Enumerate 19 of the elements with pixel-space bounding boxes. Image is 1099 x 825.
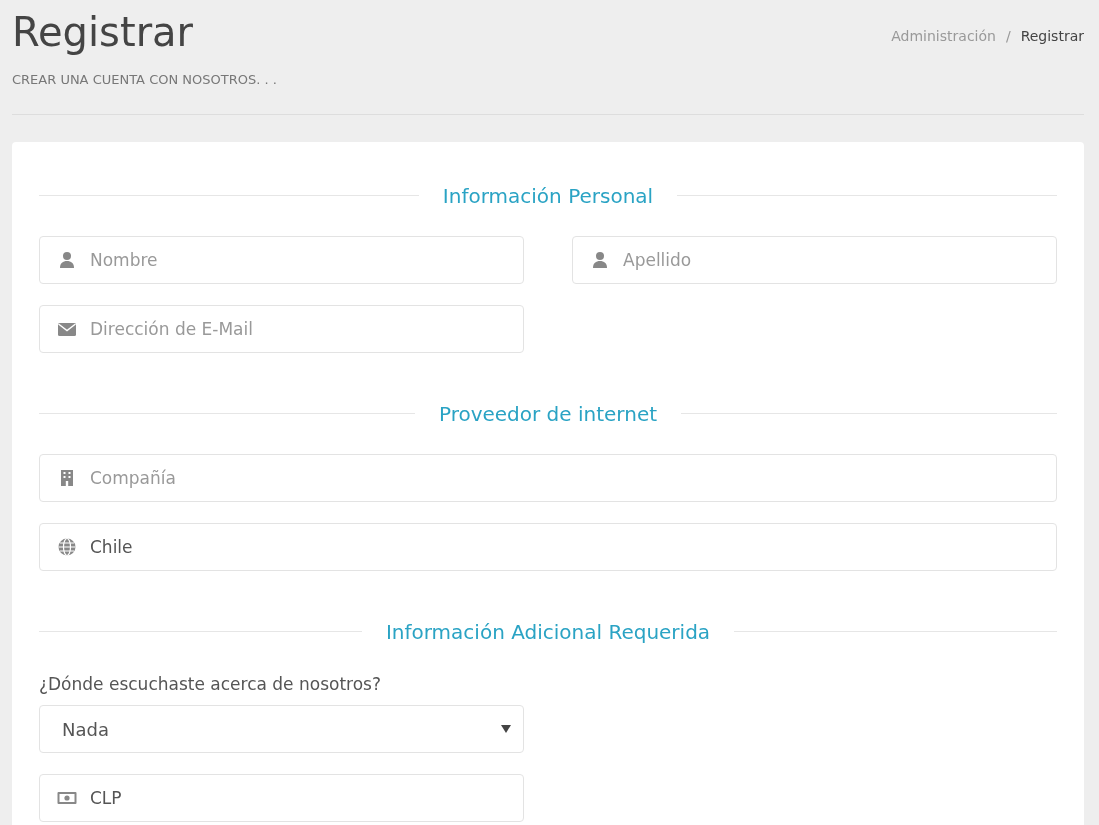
dropdown-select[interactable]: Nada bbox=[39, 705, 524, 753]
email-field[interactable]: Dirección de E-Mail bbox=[39, 304, 524, 353]
section-heading: Información Adicional Requerida bbox=[385, 619, 711, 644]
globe-icon bbox=[57, 536, 77, 557]
caret-icon bbox=[501, 724, 511, 734]
currency-field[interactable]: CLP bbox=[39, 774, 524, 822]
last-name-field[interactable]: Apellido bbox=[572, 235, 1057, 284]
question-label: ¿Dónde escuchaste acerca de nosotros? bbox=[39, 672, 382, 696]
breadcrumb-current: Registrar bbox=[1020, 28, 1084, 44]
person-icon bbox=[57, 249, 77, 270]
first-name-field[interactable]: Nombre bbox=[39, 235, 524, 284]
section-heading: Información Personal bbox=[442, 183, 654, 208]
breadcrumb-separator: / bbox=[1005, 28, 1011, 44]
person-icon bbox=[590, 249, 610, 270]
page-subtitle: CREAR UNA CUENTA CON NOSOTROS. . . bbox=[12, 71, 277, 89]
section-heading: Proveedor de internet bbox=[438, 401, 658, 426]
page-title: Registrar bbox=[12, 8, 195, 56]
company-field[interactable]: Compañía bbox=[39, 453, 1057, 502]
country-field[interactable]: Chile bbox=[39, 522, 1057, 571]
